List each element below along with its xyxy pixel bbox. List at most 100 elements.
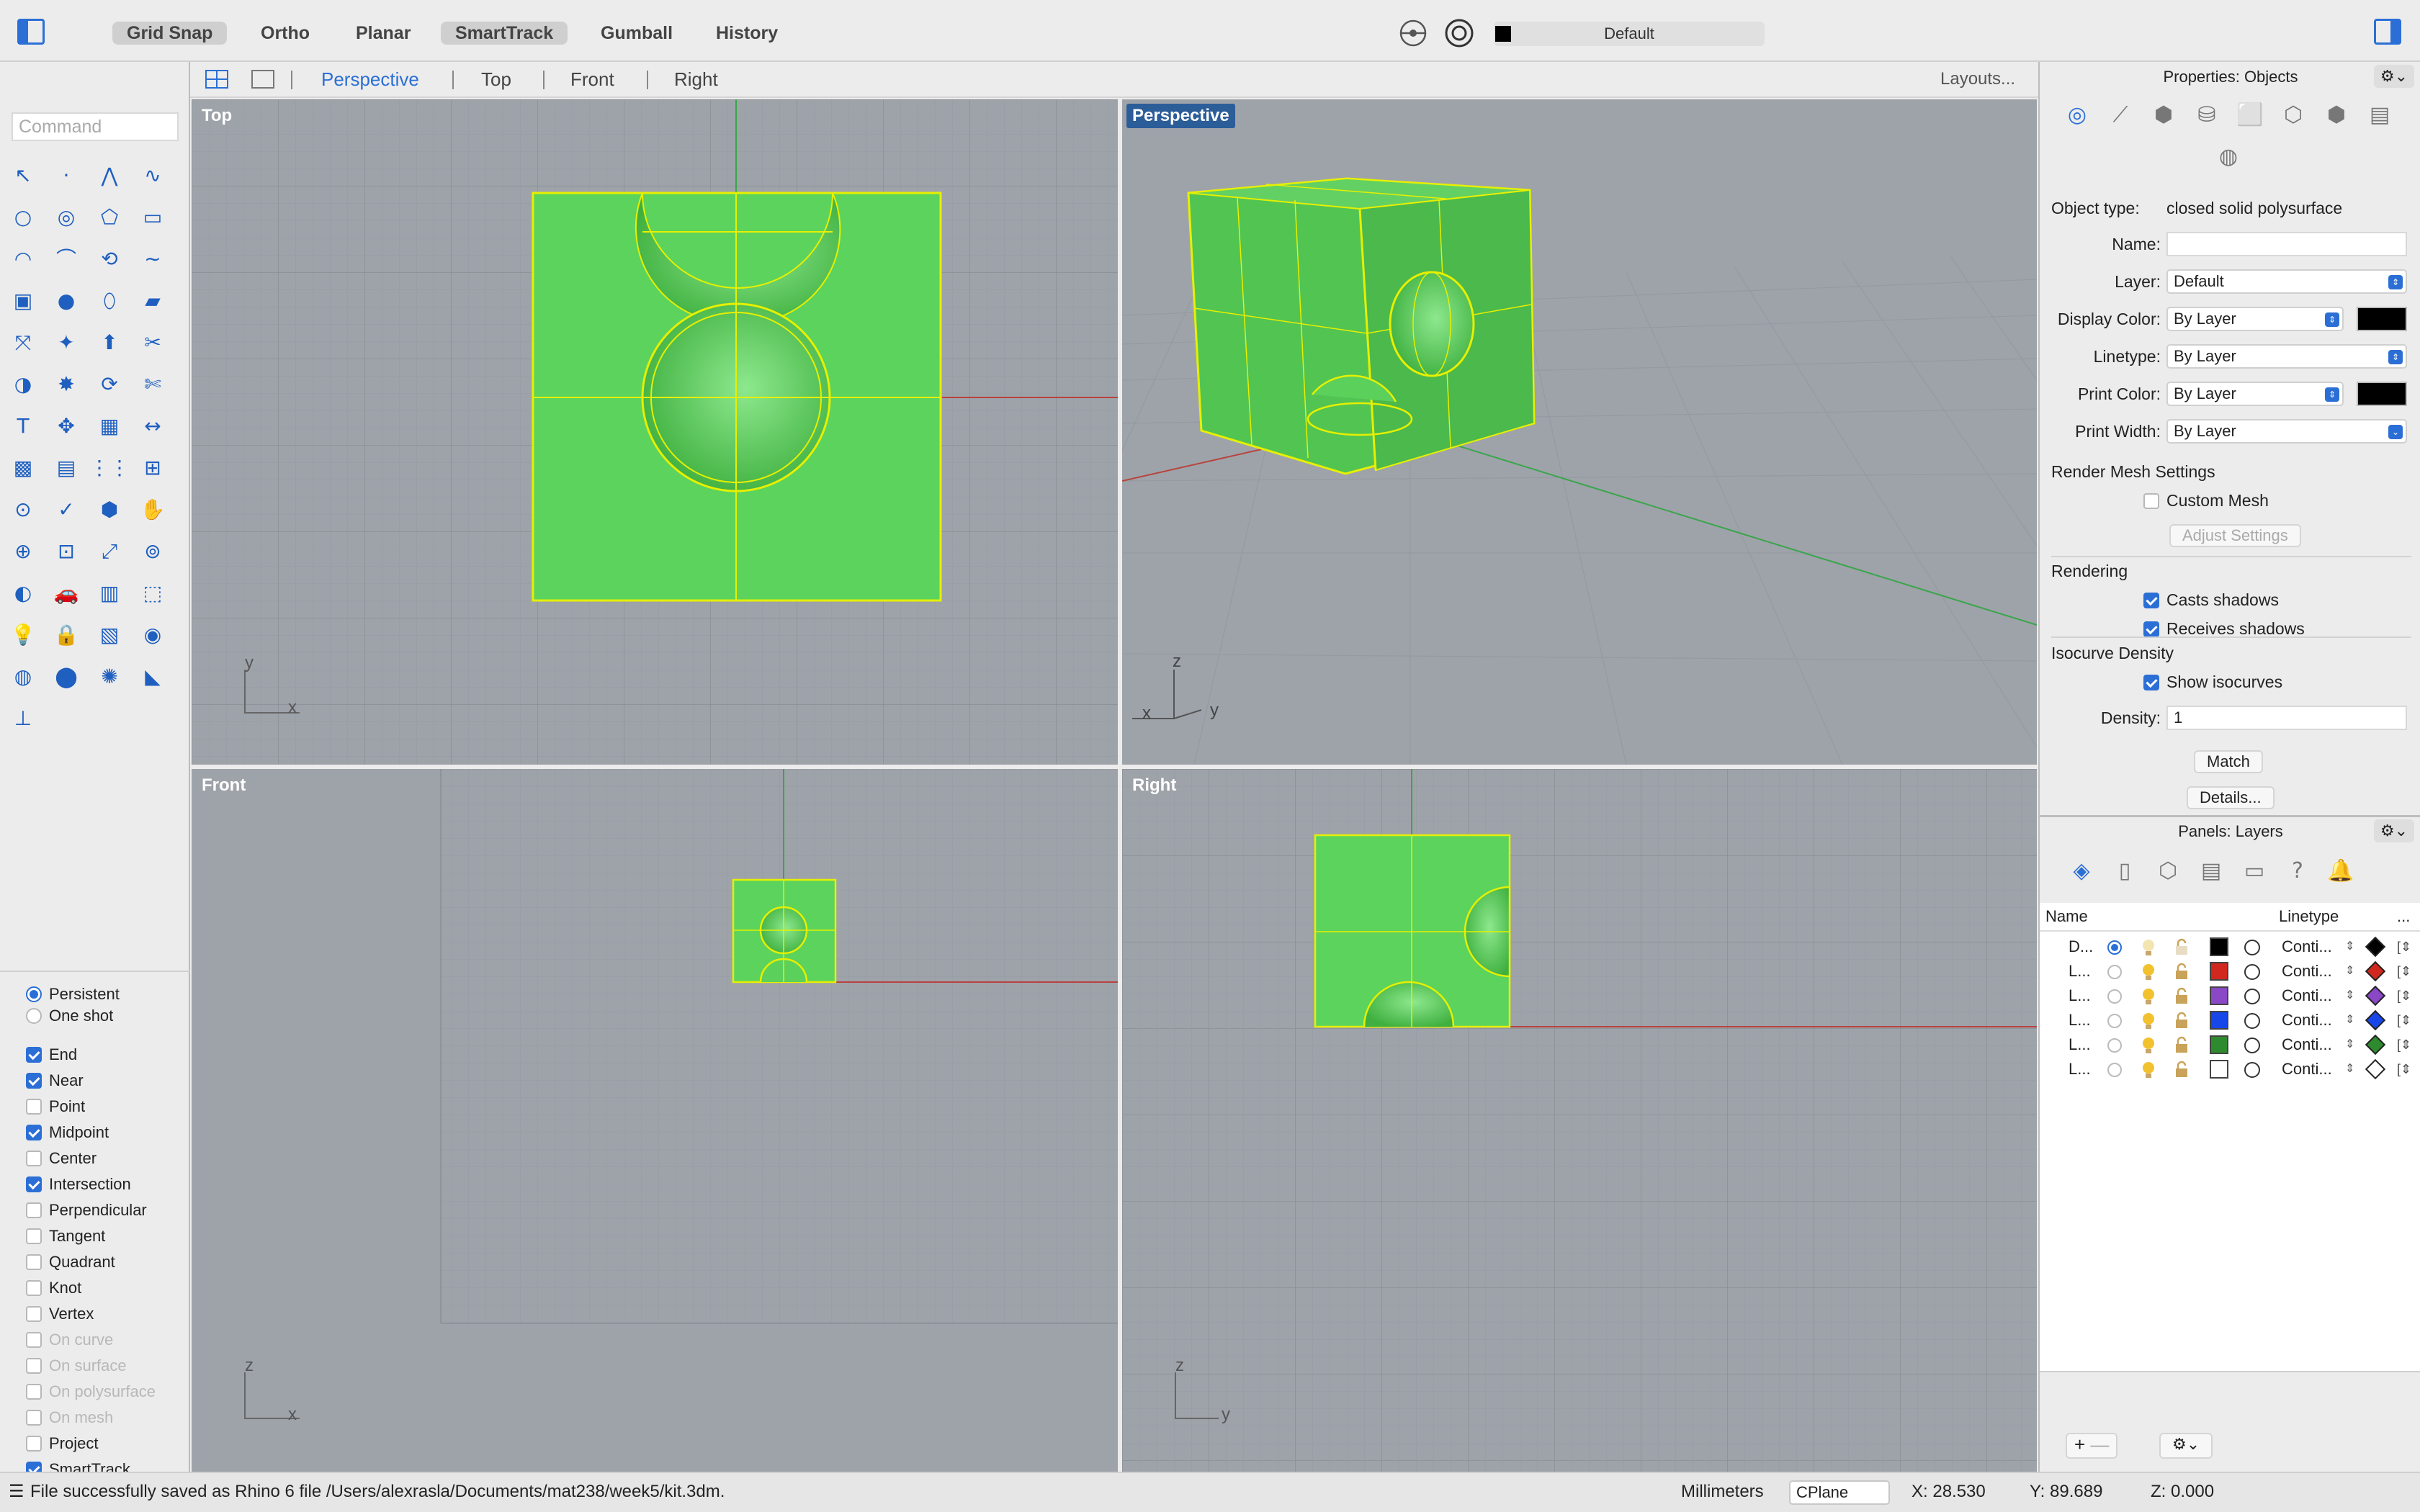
lightbulb-icon[interactable] — [2139, 962, 2158, 982]
display-tab-icon[interactable]: ▭ — [2238, 854, 2270, 886]
updown-arrows-icon[interactable]: ⇕ — [2345, 1008, 2354, 1032]
grid-array-icon[interactable]: ⋮⋮ — [89, 451, 130, 485]
layer-color-swatch[interactable] — [2210, 962, 2228, 981]
history-toggle[interactable]: History — [702, 22, 792, 45]
decal-icon[interactable]: ⬜ — [2234, 98, 2266, 130]
osnap-tangent[interactable]: Tangent — [26, 1224, 105, 1248]
osnap-center[interactable]: Center — [26, 1146, 97, 1171]
tab-front[interactable]: Front — [570, 66, 614, 92]
single-viewport-icon[interactable] — [251, 69, 277, 91]
zoom-selected-icon[interactable]: ⊚ — [135, 534, 170, 569]
zoom-extents-icon[interactable]: ⤢ — [92, 534, 127, 569]
ellipse-icon[interactable]: ◎ — [49, 200, 84, 235]
layer-color-swatch[interactable] — [2210, 1011, 2228, 1030]
sphere-icon[interactable]: ● — [49, 284, 84, 318]
osnap-knot[interactable]: Knot — [26, 1276, 81, 1300]
material-circle-icon[interactable] — [2243, 1036, 2262, 1055]
print-color-diamond[interactable] — [2365, 985, 2386, 1007]
object-icon[interactable]: ◎ — [2061, 98, 2093, 130]
help-tab-icon[interactable]: ? — [2282, 854, 2313, 886]
osnap-checkbox[interactable] — [26, 1202, 42, 1218]
menu-lines-icon[interactable]: ☰ — [9, 1473, 24, 1511]
current-layer-radio-icon[interactable] — [2106, 1061, 2123, 1079]
move-icon[interactable]: ✥ — [49, 409, 84, 444]
fillet-icon[interactable]: ⌒ — [49, 242, 84, 276]
blocks-icon[interactable]: ▤ — [49, 451, 84, 485]
layer-name[interactable]: L... — [2069, 1008, 2091, 1032]
layer-row[interactable]: L... Conti... ⇕ [⇕ — [2040, 1057, 2420, 1081]
align-icon[interactable]: ⊞ — [135, 451, 170, 485]
print-width-icon[interactable]: [⇕ — [2397, 1032, 2411, 1057]
column-name-header[interactable]: Name — [2045, 903, 2088, 930]
sphere-view-icon[interactable]: ◍ — [6, 660, 40, 694]
lock-icon[interactable]: 🔒 — [49, 618, 84, 652]
check-icon[interactable]: ✓ — [49, 492, 84, 527]
layer-row[interactable]: L... Conti... ⇕ [⇕ — [2040, 984, 2420, 1008]
layer-color-swatch[interactable] — [2210, 937, 2228, 956]
layer-name[interactable]: D... — [2069, 935, 2093, 959]
layer-linetype[interactable]: Conti... — [2282, 1008, 2332, 1032]
document-tab-icon[interactable]: ▯ — [2109, 854, 2141, 886]
four-viewports-icon[interactable] — [205, 69, 230, 91]
material-circle-icon[interactable] — [2243, 1061, 2262, 1079]
layer-linetype[interactable]: Conti... — [2282, 959, 2332, 984]
details-button[interactable]: Details... — [2187, 786, 2275, 809]
circle-icon[interactable]: ○ — [6, 200, 40, 235]
car-icon[interactable]: ▥ — [92, 576, 127, 611]
rebuild-icon[interactable]: ⟳ — [92, 367, 127, 402]
lock-icon[interactable] — [2172, 962, 2191, 982]
print-width-icon[interactable]: [⇕ — [2397, 984, 2411, 1008]
viewport-right[interactable]: z y Right — [1122, 769, 2037, 1472]
osnap-checkbox[interactable] — [26, 1176, 42, 1192]
group-icon[interactable]: ⬢ — [92, 492, 127, 527]
remove-layer-label[interactable]: — — [2090, 1434, 2109, 1455]
snapshot-icon[interactable]: ⬚ — [135, 576, 170, 611]
lock-icon[interactable] — [2172, 1011, 2191, 1031]
cplane-select[interactable]: CPlane — [1789, 1480, 1890, 1505]
print-width-icon[interactable]: [⇕ — [2397, 935, 2411, 959]
surface-icon[interactable]: ▰ — [135, 284, 170, 318]
current-layer-radio-icon[interactable] — [2106, 988, 2123, 1005]
updown-arrows-icon[interactable]: ⇕ — [2345, 984, 2354, 1008]
print-color-diamond[interactable] — [2365, 1034, 2386, 1056]
layer-icon[interactable]: ▧ — [92, 618, 127, 652]
text-icon[interactable]: T — [6, 409, 40, 444]
osnap-vertex[interactable]: Vertex — [26, 1302, 94, 1326]
osnap-quadrant[interactable]: Quadrant — [26, 1250, 115, 1274]
osnap-checkbox[interactable] — [26, 1047, 42, 1063]
right-sidebar-toggle-icon[interactable] — [2374, 19, 2401, 45]
osnap-midpoint[interactable]: Midpoint — [26, 1120, 109, 1145]
layers-gear-icon[interactable]: ⚙︎⌄ — [2374, 819, 2414, 842]
print-width-select[interactable]: By Layer ⌄ — [2166, 419, 2407, 444]
osnap-end[interactable]: End — [26, 1043, 77, 1067]
add-layer-button[interactable]: + — — [2066, 1433, 2118, 1459]
curve-icon[interactable]: ∿ — [135, 158, 170, 193]
layers-tab-icon[interactable]: ◈ — [2066, 854, 2097, 886]
current-layer-radio-icon[interactable] — [2106, 1037, 2123, 1054]
layer-name[interactable]: L... — [2069, 959, 2091, 984]
print-color-diamond[interactable] — [2365, 1058, 2386, 1080]
left-sidebar-toggle-icon[interactable] — [17, 19, 45, 45]
osnap-near[interactable]: Near — [26, 1068, 84, 1093]
lock-icon[interactable] — [2172, 1035, 2191, 1056]
updown-arrows-icon[interactable]: ⇕ — [2345, 1032, 2354, 1057]
osnap-checkbox[interactable] — [26, 1436, 42, 1452]
osnap-checkbox[interactable] — [26, 1151, 42, 1166]
cube-prop-icon[interactable]: ⬢ — [2321, 98, 2352, 130]
zoom-window-icon[interactable]: ⊡ — [49, 534, 84, 569]
material-circle-icon[interactable] — [2243, 987, 2262, 1006]
linetype-select[interactable]: By Layer ⇕ — [2166, 344, 2407, 369]
layouts-button[interactable]: Layouts... — [1940, 66, 2015, 92]
lock-icon[interactable] — [2172, 986, 2191, 1007]
layer-color-swatch[interactable] — [2210, 1060, 2228, 1079]
point-icon[interactable]: · — [49, 158, 84, 193]
layers-bottom-gear-icon[interactable]: ⚙︎⌄ — [2159, 1433, 2213, 1459]
gumball-toggle[interactable]: Gumball — [586, 22, 687, 45]
osnap-checkbox[interactable] — [26, 1073, 42, 1089]
viewport-title-top[interactable]: Top — [196, 104, 238, 128]
tab-top[interactable]: Top — [481, 66, 511, 92]
density-field[interactable]: 1 — [2166, 706, 2407, 730]
layer-row[interactable]: L... Conti... ⇕ [⇕ — [2040, 1032, 2420, 1057]
casts-shadows-checkbox[interactable]: Casts shadows — [2143, 590, 2279, 610]
layer-name[interactable]: L... — [2069, 1032, 2091, 1057]
